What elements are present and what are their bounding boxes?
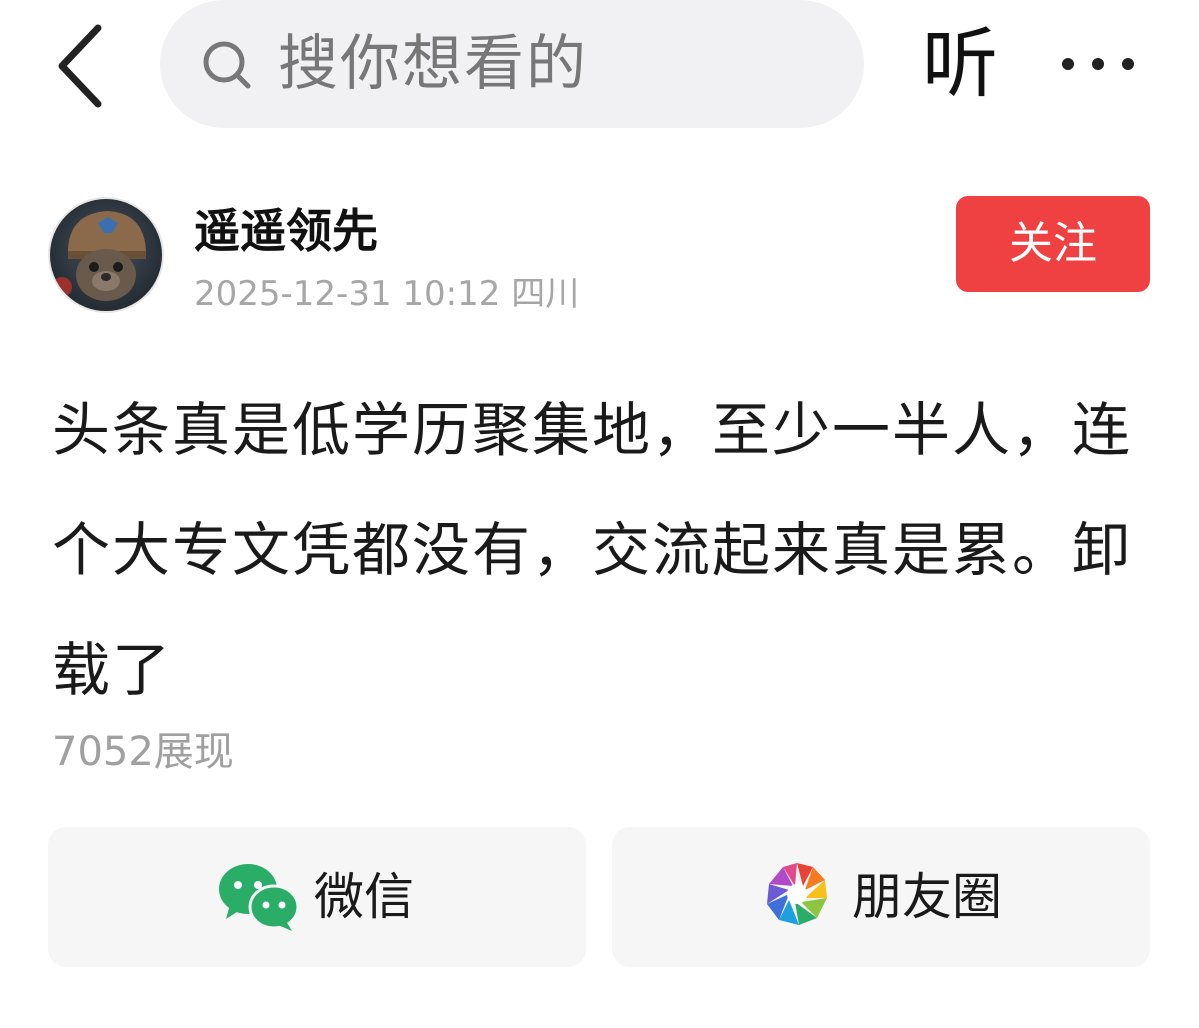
share-moments-label: 朋友圈 <box>852 868 1002 926</box>
follow-button[interactable]: 关注 <box>956 196 1150 292</box>
moments-aperture-icon <box>767 863 827 925</box>
post-meta: 2025-12-31 10:12 四川 <box>194 274 580 314</box>
search-placeholder: 搜你想看的 <box>278 29 588 99</box>
more-dot-icon <box>1122 58 1134 70</box>
author-name[interactable]: 遥遥领先 <box>194 200 378 262</box>
more-options-button[interactable] <box>1056 40 1140 88</box>
avatar-character-image <box>52 211 146 301</box>
more-dot-icon <box>1062 58 1074 70</box>
share-wechat-button[interactable]: 微信 <box>48 827 586 967</box>
share-moments-button[interactable]: 朋友圈 <box>612 827 1150 967</box>
post-text: 头条真是低学历聚集地，至少一半人，连个大专文凭都没有，交流起来真是累。卸载了 <box>52 396 1133 704</box>
back-button[interactable] <box>50 22 114 110</box>
chevron-left-icon <box>58 24 102 108</box>
search-input[interactable]: 搜你想看的 <box>160 0 864 128</box>
share-wechat-label: 微信 <box>314 868 414 926</box>
search-icon <box>203 41 251 89</box>
avatar[interactable] <box>48 197 164 313</box>
listen-button[interactable]: 听 <box>922 18 998 110</box>
view-count: 7052展现 <box>52 729 234 775</box>
wechat-icon <box>219 864 300 931</box>
more-dot-icon <box>1092 58 1104 70</box>
